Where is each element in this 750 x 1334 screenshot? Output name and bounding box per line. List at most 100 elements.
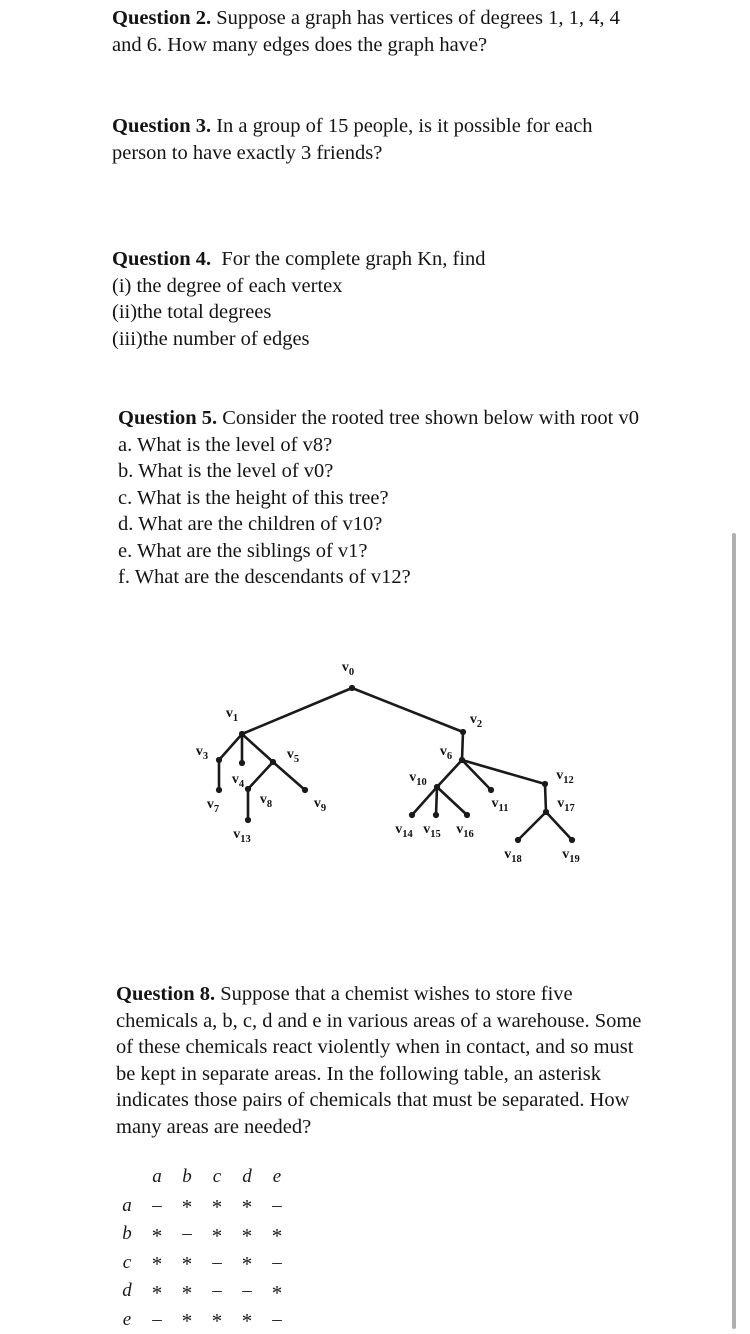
matrix-row-header-e: e — [112, 1306, 142, 1334]
matrix-row: a–***– — [112, 1192, 292, 1221]
vertical-scrollbar[interactable] — [732, 533, 736, 1329]
tree-node-v17 — [543, 809, 549, 815]
tree-node-v19 — [569, 837, 575, 843]
question-2-label: Question 2. — [112, 7, 211, 29]
tree-node-label-v1: v1 — [226, 706, 238, 724]
matrix-cell-cb: * — [172, 1249, 202, 1278]
tree-edge-v0-v1 — [242, 688, 352, 734]
tree-node-label-v11: v11 — [492, 796, 509, 814]
matrix-cell-cd: * — [232, 1249, 262, 1278]
tree-node-label-v0: v0 — [342, 660, 354, 678]
tree-node-label-v19: v19 — [562, 847, 580, 865]
matrix-cell-dd: – — [232, 1277, 262, 1306]
rooted-tree-diagram: v0v1v2v3v4v5v6v7v8v9v10v11v12v13v14v15v1… — [180, 655, 610, 870]
matrix-row: e–***– — [112, 1306, 292, 1334]
tree-edge-v2-v6 — [462, 732, 463, 760]
tree-node-v10 — [434, 784, 440, 790]
tree-node-v8 — [245, 786, 251, 792]
tree-node-label-v17: v17 — [557, 796, 575, 814]
tree-edge-v0-v2 — [352, 688, 463, 732]
question-4-label: Question 4. — [112, 248, 211, 270]
tree-node-v18 — [515, 837, 521, 843]
matrix-col-header-b: b — [172, 1163, 202, 1192]
matrix-col-header-a: a — [142, 1163, 172, 1192]
question-5-block: Question 5. Consider the rooted tree sho… — [118, 405, 658, 591]
tree-edge-v10-v15 — [436, 787, 437, 815]
matrix-row-header-c: c — [112, 1249, 142, 1278]
matrix-cell-bb: – — [172, 1220, 202, 1249]
tree-node-v2 — [460, 729, 466, 735]
chemical-conflict-matrix: abcde a–***–b*–***c**–*–d**––*e–***– — [112, 1163, 292, 1334]
tree-node-label-v15: v15 — [423, 822, 441, 840]
tree-edge-v5-v8 — [248, 762, 273, 789]
tree-node-v5 — [270, 759, 276, 765]
matrix-cell-aa: – — [142, 1192, 172, 1221]
question-5-label: Question 5. — [118, 407, 217, 429]
matrix-cell-ec: * — [202, 1306, 232, 1334]
matrix-cell-ea: – — [142, 1306, 172, 1334]
matrix-cell-db: * — [172, 1277, 202, 1306]
matrix-col-header-e: e — [262, 1163, 292, 1192]
question-3-label: Question 3. — [112, 115, 211, 137]
tree-node-label-v14: v14 — [395, 822, 413, 840]
tree-node-label-v13: v13 — [233, 827, 251, 845]
matrix-col-header-d: d — [232, 1163, 262, 1192]
matrix-cell-ae: – — [262, 1192, 292, 1221]
question-4-block: Question 4. For the complete graph Kn, f… — [112, 246, 652, 352]
matrix-header-row: abcde — [112, 1163, 292, 1192]
tree-node-v1 — [239, 731, 245, 737]
tree-node-label-v4: v4 — [232, 772, 245, 790]
matrix-cell-de: * — [262, 1277, 292, 1306]
question-3-block: Question 3. In a group of 15 people, is … — [112, 113, 652, 166]
tree-node-label-v10: v10 — [409, 770, 427, 788]
tree-edge-v6-v10 — [437, 760, 462, 787]
tree-edge-v1-v3 — [219, 734, 242, 760]
tree-edge-v12-v17 — [545, 784, 546, 812]
matrix-cell-be: * — [262, 1220, 292, 1249]
tree-node-v9 — [302, 787, 308, 793]
matrix-cell-cc: – — [202, 1249, 232, 1278]
matrix-cell-dc: – — [202, 1277, 232, 1306]
tree-edge-v10-v16 — [437, 787, 467, 815]
tree-edge-v5-v9 — [273, 762, 305, 790]
tree-node-label-v2: v2 — [470, 712, 482, 730]
matrix-row: b*–*** — [112, 1220, 292, 1249]
matrix-cell-da: * — [142, 1277, 172, 1306]
matrix-cell-ed: * — [232, 1306, 262, 1334]
question-5-text: Consider the rooted tree shown below wit… — [118, 407, 639, 588]
tree-node-label-v6: v6 — [440, 744, 452, 762]
tree-node-label-v12: v12 — [556, 768, 574, 786]
tree-node-label-v18: v18 — [504, 847, 522, 865]
tree-node-v12 — [542, 781, 548, 787]
tree-node-label-v7: v7 — [207, 797, 219, 815]
tree-edge-v10-v14 — [412, 787, 437, 815]
question-8-block: Question 8. Suppose that a chemist wishe… — [116, 981, 656, 1140]
tree-node-label-v16: v16 — [456, 822, 474, 840]
matrix-row-header-d: d — [112, 1277, 142, 1306]
tree-node-v0 — [349, 685, 355, 691]
matrix-corner-cell — [112, 1163, 142, 1192]
tree-node-v7 — [216, 787, 222, 793]
tree-edge-v1-v5 — [242, 734, 273, 762]
tree-node-v15 — [433, 812, 439, 818]
matrix-row: d**––* — [112, 1277, 292, 1306]
matrix-col-header-c: c — [202, 1163, 232, 1192]
tree-node-label-v5: v5 — [287, 747, 299, 765]
matrix-cell-ba: * — [142, 1220, 172, 1249]
tree-node-v4 — [239, 760, 245, 766]
matrix-cell-bd: * — [232, 1220, 262, 1249]
matrix-cell-ab: * — [172, 1192, 202, 1221]
question-2-block: Question 2. Suppose a graph has vertices… — [112, 5, 652, 58]
tree-edge-v17-v19 — [546, 812, 572, 840]
matrix-cell-bc: * — [202, 1220, 232, 1249]
tree-node-v16 — [464, 812, 470, 818]
matrix-cell-ce: – — [262, 1249, 292, 1278]
tree-node-label-v3: v3 — [196, 744, 208, 762]
tree-node-v11 — [488, 787, 494, 793]
tree-edge-v17-v18 — [518, 812, 546, 840]
matrix-row: c**–*– — [112, 1249, 292, 1278]
matrix-cell-ac: * — [202, 1192, 232, 1221]
matrix-cell-ca: * — [142, 1249, 172, 1278]
matrix-body: a–***–b*–***c**–*–d**––*e–***– — [112, 1192, 292, 1334]
matrix-cell-eb: * — [172, 1306, 202, 1334]
